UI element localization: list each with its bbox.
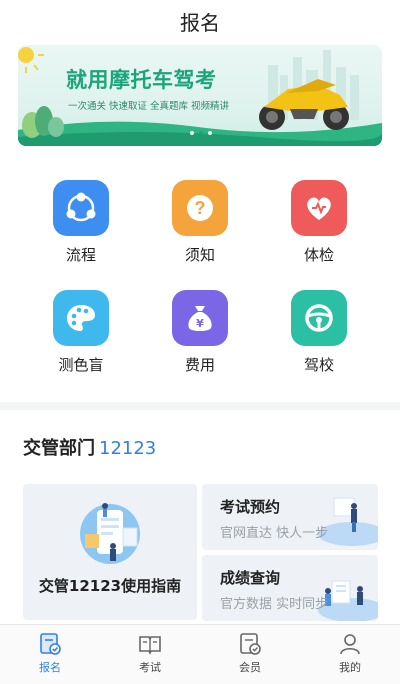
tab-label: 考试 xyxy=(139,661,161,674)
banner-pagination xyxy=(190,131,212,135)
grid-item-flow[interactable]: 流程 xyxy=(41,180,121,265)
heart-icon xyxy=(291,180,347,236)
user-icon xyxy=(340,634,360,655)
grid-item-label: 驾校 xyxy=(303,356,334,374)
banner-dot xyxy=(208,131,212,135)
book-icon xyxy=(139,636,161,655)
svg-text:?: ? xyxy=(195,198,206,218)
section-title-number: 12123 xyxy=(99,438,157,459)
question-icon: ? xyxy=(172,180,228,236)
guide-illustration xyxy=(80,503,140,564)
palette-icon xyxy=(53,290,109,346)
steering-wheel-icon xyxy=(291,290,347,346)
grid-item-medical[interactable]: 体检 xyxy=(279,180,359,265)
tab-profile[interactable]: 我的 xyxy=(300,625,400,684)
bottom-tab-bar: 报名 考试 会员 我的 xyxy=(0,624,400,684)
section-title-text: 交管部门 xyxy=(23,438,95,459)
grid-item-driving-school[interactable]: 驾校 xyxy=(279,290,359,375)
grid-item-notice[interactable]: ? 须知 xyxy=(160,180,240,265)
tab-signup[interactable]: 报名 xyxy=(0,625,100,684)
banner-headline: 就用摩托车驾考 xyxy=(66,68,217,92)
grid-item-label: 须知 xyxy=(184,246,215,264)
grid-item-fees[interactable]: ¥ 费用 xyxy=(160,290,240,375)
page-title: 报名 xyxy=(180,10,220,35)
tab-label: 报名 xyxy=(39,661,61,674)
section-divider xyxy=(0,402,400,410)
guide-card-label: 交管12123使用指南 xyxy=(38,577,182,595)
exam-booking-card[interactable]: 考试预约 官网直达 快人一步 xyxy=(202,484,378,550)
score-title: 成绩查询 xyxy=(220,569,281,587)
grid-item-label: 流程 xyxy=(65,246,96,264)
flow-icon xyxy=(53,180,109,236)
svg-text:¥: ¥ xyxy=(196,317,204,330)
guide-card[interactable]: 交管12123使用指南 xyxy=(23,484,197,620)
booking-title: 考试预约 xyxy=(220,498,281,516)
score-query-card[interactable]: 成绩查询 官方数据 实时同步 xyxy=(202,555,378,621)
tab-exam[interactable]: 考试 xyxy=(100,625,200,684)
money-bag-icon: ¥ xyxy=(172,290,228,346)
booking-subtitle: 官网直达 快人一步 xyxy=(220,526,329,541)
banner-dot-active xyxy=(199,131,203,135)
signup-icon xyxy=(40,633,61,655)
tab-label: 我的 xyxy=(339,661,361,674)
grid-item-label: 费用 xyxy=(184,356,215,374)
promo-banner[interactable]: 就用摩托车驾考 一次通关 快速取证 全真题库 视频精讲 xyxy=(18,45,382,146)
grid-item-label: 测色盲 xyxy=(58,356,104,374)
score-subtitle: 官方数据 实时同步 xyxy=(220,597,329,612)
tab-member[interactable]: 会员 xyxy=(200,625,300,684)
banner-subtitle: 一次通关 快速取证 全真题库 视频精讲 xyxy=(68,101,230,112)
member-icon xyxy=(240,633,261,655)
grid-item-colorblind-test[interactable]: 测色盲 xyxy=(41,290,121,375)
banner-dot xyxy=(190,131,194,135)
tab-label: 会员 xyxy=(239,661,261,674)
grid-item-label: 体检 xyxy=(303,246,334,264)
section-title: 交管部门 12123 xyxy=(23,434,156,460)
